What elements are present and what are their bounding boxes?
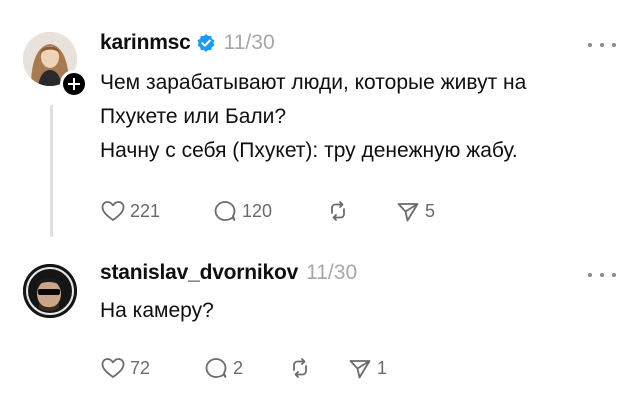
thread-post-1: karinmsc 11/30 Чем зарабатывают люди, ко… [0,0,640,250]
username[interactable]: stanislav_dvornikov [100,261,298,285]
profile-photo-icon [23,264,77,318]
follow-plus-button[interactable] [60,70,88,98]
verified-badge-icon [197,34,215,52]
post-text: Чем зарабатывают люди, которые живут на … [100,66,620,168]
share-button[interactable]: 5 [395,199,435,223]
post-text-line: Начну с себя (Пхукет): тру денежную жабу… [100,139,518,162]
post-timestamp: 11/30 [306,261,358,284]
reply-count: 2 [233,357,244,378]
post-header: karinmsc 11/30 [100,28,275,58]
heart-icon [101,201,125,221]
repost-icon [293,358,307,378]
post-text-line: Чем зарабатывают люди, которые живут на [100,71,527,94]
reply-button[interactable]: 120 [212,199,325,223]
repost-button[interactable] [287,356,347,380]
repost-button[interactable] [325,199,395,223]
more-options-icon[interactable] [588,40,616,50]
username[interactable]: karinmsc [100,31,191,55]
thread-connector-line [50,105,53,237]
like-count: 72 [130,357,151,378]
post-text: На камеру? [100,294,620,328]
share-count: 5 [425,200,436,221]
thread-post-2: stanislav_dvornikov 11/30 На камеру? 72 … [0,250,640,415]
reply-count: 120 [242,200,273,221]
post-header: stanislav_dvornikov 11/30 [100,258,357,288]
repost-icon [331,201,345,221]
avatar[interactable] [23,264,77,318]
heart-icon [101,358,125,378]
like-button[interactable]: 221 [100,199,212,223]
post-text-line: Пхукете или Бали? [100,105,287,128]
post-actions: 221 120 5 [100,198,435,224]
post-timestamp: 11/30 [223,31,275,54]
send-icon [349,360,371,379]
like-button[interactable]: 72 [100,356,203,380]
post-text-line: На камеру? [100,299,214,322]
like-count: 221 [130,200,161,221]
reply-bubble-icon [205,358,227,378]
share-button[interactable]: 1 [347,356,387,380]
reply-bubble-icon [214,201,236,221]
share-count: 1 [377,357,388,378]
plus-icon [68,78,80,90]
reply-button[interactable]: 2 [203,356,287,380]
more-options-icon[interactable] [588,270,616,280]
send-icon [397,203,419,222]
post-actions: 72 2 1 [100,355,387,381]
